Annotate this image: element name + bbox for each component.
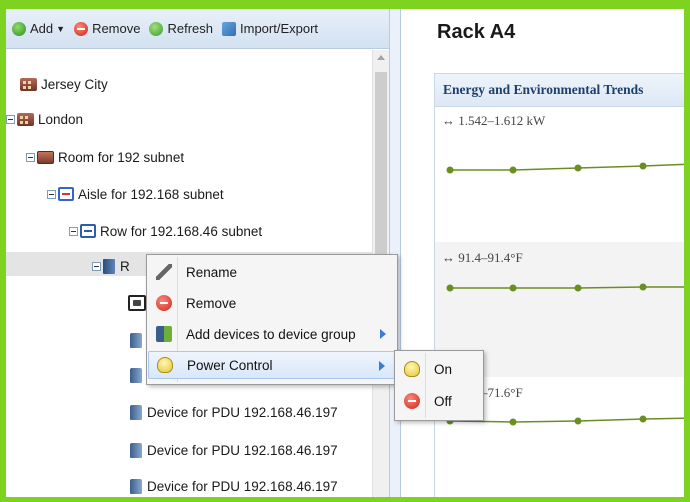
room-icon <box>37 150 54 164</box>
refresh-icon <box>149 21 164 36</box>
panel-splitter[interactable] <box>389 9 401 497</box>
device-group-icon <box>156 326 172 342</box>
rack-icon <box>103 258 115 274</box>
tree-item-room[interactable]: Room for 192 subnet <box>26 147 184 167</box>
trend-band-power: ↔ 1.542–1.612 kW <box>435 107 684 242</box>
collapse-toggle-icon[interactable] <box>6 114 15 124</box>
menu-item-label: Rename <box>186 264 238 280</box>
scroll-up-icon[interactable] <box>377 55 385 60</box>
sparkline-line <box>450 163 684 171</box>
menu-item-label: Remove <box>186 295 237 311</box>
sparkline-point <box>509 166 517 174</box>
import-export-button[interactable]: Import/Export <box>222 21 318 36</box>
import-export-label: Import/Export <box>240 21 319 36</box>
sparkline-point <box>574 284 582 292</box>
add-label: Add <box>30 21 54 36</box>
tree-toolbar: Add ▼ Remove Refresh Import/Export <box>6 9 389 49</box>
building-icon <box>17 112 34 126</box>
tree-item-label: London <box>38 111 84 127</box>
tree-panel: Add ▼ Remove Refresh Import/Export Jerse… <box>6 9 389 497</box>
add-button[interactable]: Add ▼ <box>12 21 65 36</box>
power-off-icon <box>404 393 420 409</box>
tree-item-jersey-city[interactable]: Jersey City <box>20 74 108 94</box>
refresh-button[interactable]: Refresh <box>149 21 213 36</box>
sparkline-point <box>509 284 517 292</box>
sparkline-point <box>639 415 647 423</box>
pdu-icon <box>128 295 146 311</box>
sparkline-point <box>446 166 454 174</box>
device-icon <box>130 367 142 383</box>
power-submenu: On Off <box>394 350 484 421</box>
row-icon <box>80 224 96 238</box>
submenu-arrow-icon <box>380 329 386 339</box>
refresh-label: Refresh <box>167 21 214 36</box>
collapse-toggle-icon[interactable] <box>47 189 56 199</box>
sparkline-power <box>446 162 684 174</box>
pencil-icon <box>156 264 172 280</box>
sparkline-point <box>574 164 582 172</box>
tree-item-device-hidden-1[interactable] <box>130 330 147 350</box>
tree-item-device-hidden-2[interactable] <box>130 365 147 385</box>
menu-item-label: Power Control <box>187 357 273 373</box>
menu-item-label: On <box>434 361 453 377</box>
aisle-icon <box>58 187 74 201</box>
tree-item-aisle[interactable]: Aisle for 192.168 subnet <box>47 184 224 204</box>
device-icon <box>130 478 142 494</box>
tree-item-device[interactable]: Device for PDU 192.168.46.197 <box>130 402 338 422</box>
sparkline-point <box>509 418 517 426</box>
details-panel: Rack A4 Energy and Environmental Trends … <box>401 9 684 497</box>
tree-item-label: R <box>120 258 130 274</box>
menu-item-on[interactable]: On <box>396 355 482 383</box>
tree-item-label: Device for PDU 192.168.46.197 <box>147 404 338 420</box>
tree-item-label: Aisle for 192.168 subnet <box>78 186 224 202</box>
import-export-icon <box>222 21 237 36</box>
collapse-toggle-icon[interactable] <box>26 152 35 162</box>
menu-item-rename[interactable]: Rename <box>148 258 396 286</box>
tree-item-device[interactable]: Device for PDU 192.168.46.197 <box>130 440 338 460</box>
dropdown-caret-icon: ▼ <box>56 23 66 34</box>
tree-item-row[interactable]: Row for 192.168.46 subnet <box>69 221 262 241</box>
remove-label: Remove <box>92 21 141 36</box>
remove-icon <box>156 295 172 311</box>
lightbulb-icon <box>157 357 173 373</box>
sparkline-point <box>639 162 647 170</box>
tree-item-label: Jersey City <box>41 76 108 92</box>
tree-item-rack[interactable]: R <box>92 256 130 276</box>
tree-item-label: Device for PDU 192.168.46.197 <box>147 478 338 494</box>
collapse-toggle-icon[interactable] <box>69 226 78 236</box>
sparkline-point <box>574 417 582 425</box>
trends-panel: Energy and Environmental Trends ↔ 1.542–… <box>434 73 684 497</box>
tree-item-device[interactable]: Device for PDU 192.168.46.197 <box>130 476 338 496</box>
add-icon <box>12 21 26 36</box>
collapse-toggle-icon[interactable] <box>92 261 101 271</box>
tree-item-london[interactable]: London <box>6 109 83 129</box>
device-icon <box>130 442 142 458</box>
tree-item-label: Room for 192 subnet <box>58 149 185 165</box>
context-menu: Rename Remove Add devices to device grou… <box>146 254 398 385</box>
sparkline-point <box>639 283 647 291</box>
sparkline-point <box>446 284 454 292</box>
lightbulb-icon <box>404 361 420 377</box>
menu-item-label: Off <box>434 393 452 409</box>
tree-item-label: Device for PDU 192.168.46.197 <box>147 442 338 458</box>
sparkline-line <box>450 286 684 289</box>
menu-item-power-control[interactable]: Power Control <box>148 351 396 379</box>
submenu-arrow-icon <box>379 361 385 371</box>
remove-icon <box>74 21 89 36</box>
trends-header: Energy and Environmental Trends <box>435 74 684 107</box>
page-title: Rack A4 <box>437 21 516 43</box>
tree-item-label: Row for 192.168.46 subnet <box>100 223 263 239</box>
remove-button[interactable]: Remove <box>74 21 140 36</box>
sparkline-line <box>449 417 684 423</box>
menu-item-off[interactable]: Off <box>396 387 482 415</box>
menu-item-add-to-group[interactable]: Add devices to device group <box>148 320 396 348</box>
app-frame: Add ▼ Remove Refresh Import/Export Jerse… <box>6 9 684 497</box>
device-icon <box>130 332 142 348</box>
building-icon <box>20 77 37 91</box>
device-icon <box>130 404 142 420</box>
menu-item-label: Add devices to device group <box>186 326 356 342</box>
menu-item-remove[interactable]: Remove <box>148 289 396 317</box>
